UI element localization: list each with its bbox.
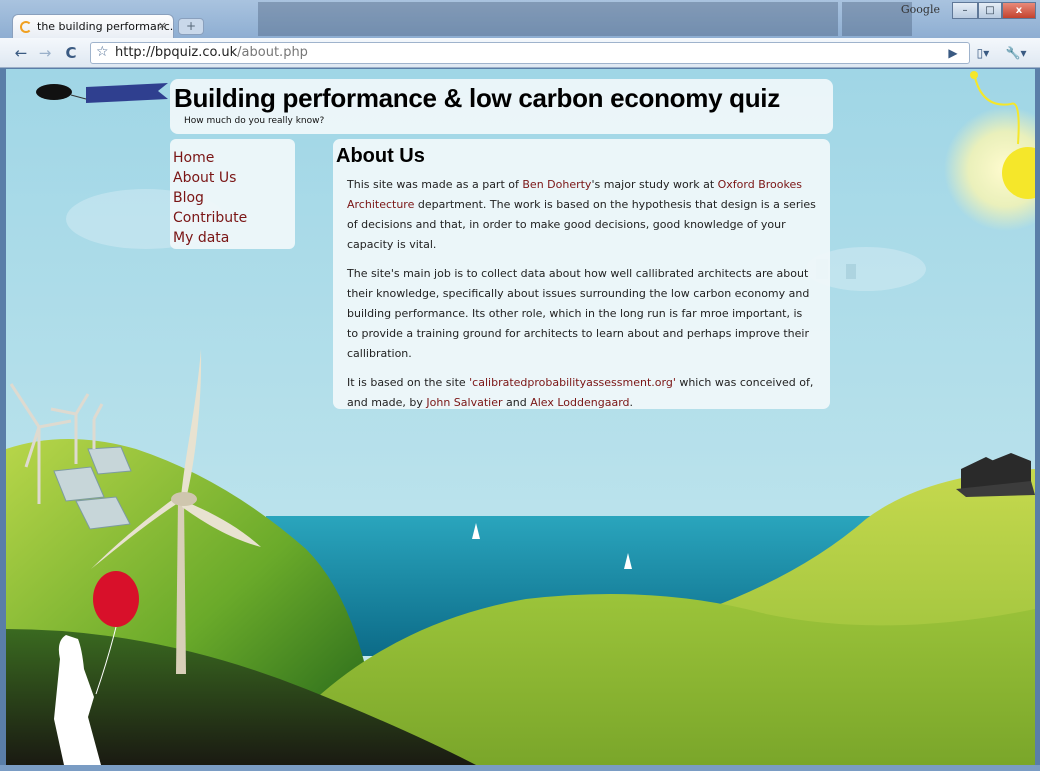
tools-menu-button[interactable]: 🔧▾ bbox=[1002, 42, 1030, 64]
red-balloon bbox=[93, 571, 139, 627]
nav-about-link[interactable]: About Us bbox=[173, 168, 295, 188]
site-nav: Home About Us Blog Contribute My data bbox=[170, 139, 295, 249]
nav-contribute-link[interactable]: Contribute bbox=[173, 208, 295, 228]
page-favicon-icon bbox=[20, 21, 32, 33]
minimize-button[interactable]: – bbox=[952, 2, 978, 19]
site-title: Building performance & low carbon econom… bbox=[174, 83, 780, 113]
about-paragraph-3: It is based on the site 'calibratedproba… bbox=[347, 376, 814, 409]
bookmark-star-icon[interactable]: ☆ bbox=[96, 44, 109, 60]
nav-home-link[interactable]: Home bbox=[173, 148, 295, 168]
browser-tab[interactable]: the building performanc... × bbox=[12, 14, 174, 38]
calibrated-probability-link[interactable]: 'calibratedprobabilityassessment.org' bbox=[469, 376, 676, 389]
about-content: About Us This site was made as a part of… bbox=[333, 139, 830, 409]
window-titlebar: the building performanc... × + Google – … bbox=[0, 0, 1040, 38]
new-tab-button[interactable]: + bbox=[178, 18, 204, 35]
forward-button[interactable]: → bbox=[34, 42, 56, 64]
close-window-button[interactable]: x bbox=[1002, 2, 1036, 19]
nav-my-data-link[interactable]: My data bbox=[173, 228, 295, 248]
url-host: http://bpquiz.co.uk bbox=[115, 45, 238, 60]
tab-close-icon[interactable]: × bbox=[158, 19, 167, 32]
blimp bbox=[36, 84, 72, 100]
address-bar[interactable]: ☆ http://bpquiz.co.uk/about.php bbox=[90, 42, 970, 64]
john-salvatier-link[interactable]: John Salvatier bbox=[426, 396, 502, 409]
google-label: Google bbox=[900, 3, 940, 16]
back-button[interactable]: ← bbox=[10, 42, 32, 64]
site-tagline: How much do you really know? bbox=[184, 116, 325, 126]
window-bottom-frame bbox=[0, 765, 1040, 771]
page-heading: About Us bbox=[336, 145, 425, 167]
page-viewport: Building performance & low carbon econom… bbox=[6, 69, 1035, 765]
url-path: /about.php bbox=[237, 45, 308, 60]
about-paragraph-2: The site's main job is to collect data a… bbox=[347, 267, 810, 360]
reload-button[interactable]: C bbox=[60, 42, 82, 64]
site-header: Building performance & low carbon econom… bbox=[170, 79, 833, 134]
background-window-ghost bbox=[258, 2, 838, 36]
ben-doherty-link[interactable]: Ben Doherty bbox=[522, 178, 591, 191]
browser-toolbar: ← → C ☆ http://bpquiz.co.uk/about.php ▶ … bbox=[0, 38, 1040, 68]
about-paragraph-1: This site was made as a part of Ben Dohe… bbox=[347, 178, 816, 251]
alex-loddengaard-link[interactable]: Alex Loddengaard bbox=[530, 396, 629, 409]
nav-blog-link[interactable]: Blog bbox=[173, 188, 295, 208]
maximize-button[interactable]: □ bbox=[978, 2, 1002, 19]
page-menu-button[interactable]: ▯▾ bbox=[970, 42, 996, 64]
tab-title: the building performanc... bbox=[37, 20, 174, 33]
go-button[interactable]: ▶ bbox=[942, 42, 964, 64]
